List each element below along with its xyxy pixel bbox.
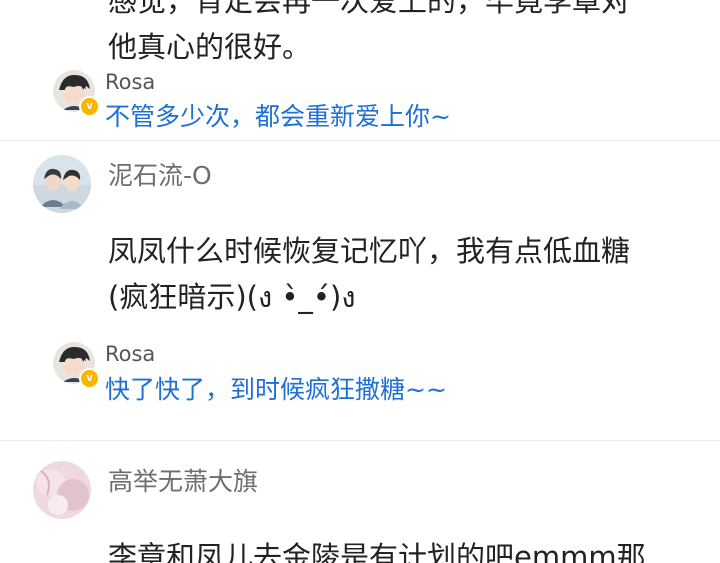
comment-2-author[interactable]: 泥石流-O [108,156,212,192]
user-avatar[interactable] [33,155,91,213]
reply-1-text: 不管多少次，都会重新爱上你~ [105,102,451,131]
user-avatar[interactable] [33,461,91,519]
verified-badge-icon: v [79,96,100,117]
comment-feed: 感觉，肯定会再一次爱上的，毕竟李章对 他真心的很好。 v Rosa 不管多少次，… [0,0,720,563]
comment-1-text: 感觉，肯定会再一次爱上的，毕竟李章对 他真心的很好。 [108,0,630,70]
comment-1-line-1: 感觉，肯定会再一次爱上的，毕竟李章对 [108,0,631,18]
comment-2-line-1: 凤凤什么时候恢复记忆吖，我有点低血糖 [108,234,631,268]
comment-3-line-1: 李章和凤儿去金陵是有计划的吧emmm那 [108,540,646,563]
divider [0,140,720,141]
comment-1-line-2: 他真心的很好。 [108,30,312,64]
comment-3-text: 李章和凤儿去金陵是有计划的吧emmm那 [108,534,646,563]
verified-badge-icon: v [79,368,100,389]
reply-2-text: 快了快了，到时候疯狂撒糖~~ [105,375,447,404]
divider [0,440,720,441]
reply-1-author[interactable]: Rosa [105,70,155,94]
comment-2-line-2: (疯狂暗示)(ง •̀_•́)ง [108,280,356,314]
reply-2-author[interactable]: Rosa [105,342,155,366]
comment-3-author[interactable]: 高举无萧大旗 [108,462,258,498]
comment-2-text: 凤凤什么时候恢复记忆吖，我有点低血糖 (疯狂暗示)(ง •̀_•́)ง [108,228,630,320]
